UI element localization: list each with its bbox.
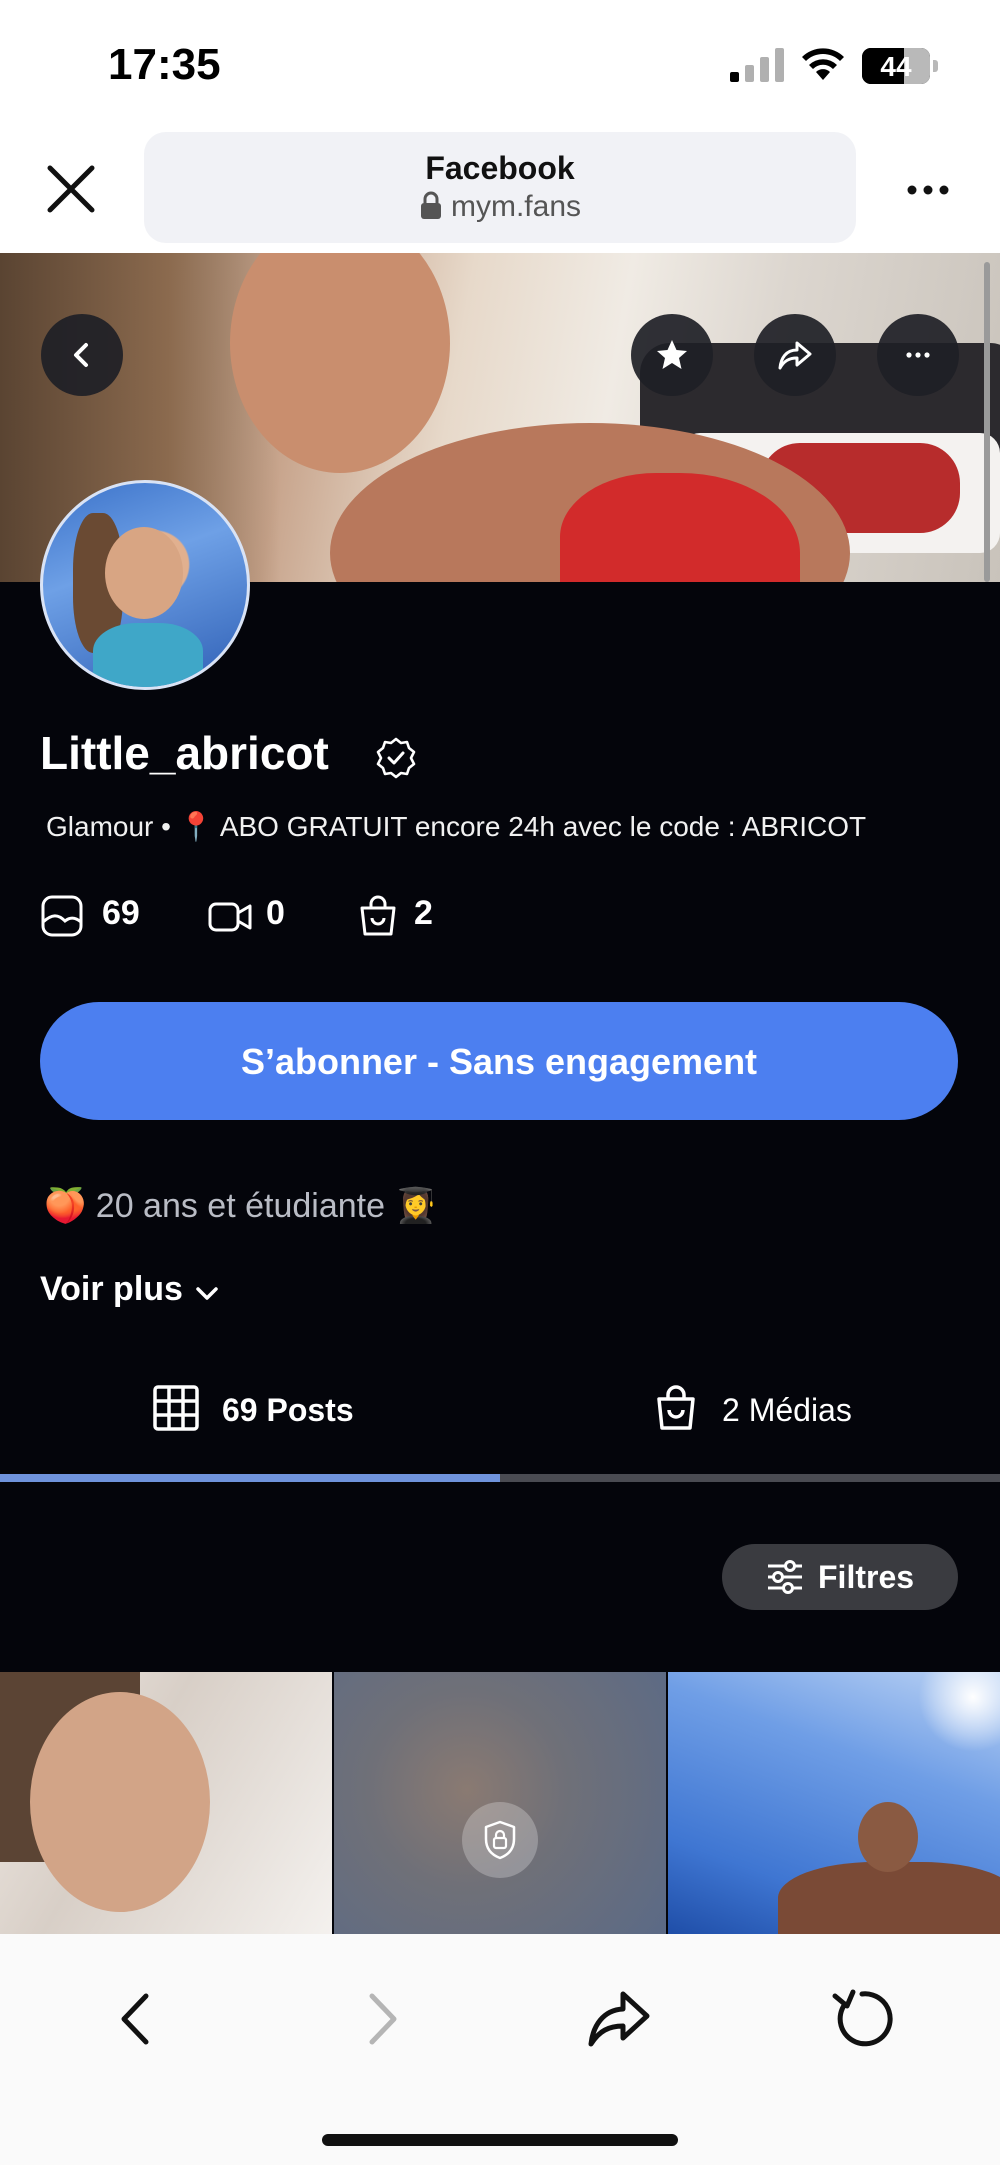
filters-label: Filtres: [818, 1559, 915, 1595]
browser-bottom-bar: [0, 1934, 1000, 2165]
close-icon[interactable]: [44, 162, 98, 216]
back-icon[interactable]: [102, 1984, 172, 2054]
photos-count: 69: [102, 894, 140, 932]
see-more-button[interactable]: Voir plus: [40, 1270, 221, 1309]
scrollbar[interactable]: [984, 262, 990, 582]
wifi-icon: [802, 48, 844, 80]
share-button[interactable]: [754, 314, 836, 396]
profile-tagline: 🍑 20 ans et étudiante 👩‍🎓: [44, 1187, 437, 1225]
see-more-label: Voir plus: [40, 1270, 183, 1308]
share-icon: [778, 341, 812, 370]
sliders-icon: [768, 1560, 802, 1594]
battery-level: 44: [880, 51, 912, 82]
more-options-icon[interactable]: [904, 170, 952, 210]
post-thumbnail[interactable]: [668, 1672, 1000, 1934]
tab-medias[interactable]: 2 Médias: [500, 1360, 1000, 1472]
post-thumbnail[interactable]: [0, 1672, 332, 1934]
shopping-bag-icon: [657, 1385, 695, 1430]
more-button[interactable]: [877, 314, 959, 396]
share-icon[interactable]: [585, 1984, 655, 2054]
grid-icon: [153, 1385, 199, 1431]
home-indicator[interactable]: [322, 2134, 678, 2146]
medias-count: 2: [414, 894, 433, 932]
address-bar[interactable]: Facebook mym.fans: [144, 132, 856, 243]
status-time: 17:35: [108, 40, 221, 89]
subscribe-button[interactable]: S’abonner - Sans engagement: [40, 1002, 958, 1120]
filters-button[interactable]: Filtres: [722, 1544, 958, 1610]
lock-icon: [420, 191, 441, 219]
video-icon: [208, 902, 252, 932]
chevron-left-icon: [74, 343, 88, 367]
reload-icon[interactable]: [827, 1984, 897, 2054]
browser-toolbar: Facebook mym.fans: [0, 130, 1000, 254]
posts-grid: [0, 1672, 1000, 1934]
back-button[interactable]: [41, 314, 123, 396]
verified-badge-icon: [376, 737, 416, 779]
star-icon: [657, 340, 687, 369]
content-tabs: 69 Posts 2 Médias: [0, 1360, 1000, 1480]
videos-count: 0: [266, 894, 285, 932]
url-text: mym.fans: [450, 190, 582, 223]
shopping-bag-icon: [360, 895, 396, 936]
avatar[interactable]: [40, 480, 250, 690]
tab-indicator: [500, 1474, 1000, 1482]
page-title: Facebook: [425, 150, 575, 186]
profile-stats: 69 0 2: [40, 888, 640, 938]
status-bar: 17:35 44: [0, 0, 1000, 130]
cellular-signal-icon: [730, 48, 784, 82]
chevron-down-icon: [196, 1287, 218, 1300]
profile-bio: Glamour • 📍 ABO GRATUIT encore 24h avec …: [46, 811, 867, 842]
profile-name: Little_abricot: [40, 727, 329, 779]
battery-icon: 44: [862, 48, 930, 84]
tab-posts-label: 69 Posts: [222, 1392, 354, 1428]
photo-icon: [41, 895, 83, 937]
forward-icon[interactable]: [346, 1984, 416, 2054]
post-thumbnail-locked[interactable]: [334, 1672, 666, 1934]
tab-posts[interactable]: 69 Posts: [0, 1360, 500, 1472]
tab-medias-label: 2 Médias: [722, 1392, 852, 1428]
more-dots-icon: [906, 352, 930, 358]
tab-indicator-active: [0, 1474, 500, 1482]
locked-content-icon: [484, 1820, 516, 1860]
favorite-button[interactable]: [631, 314, 713, 396]
